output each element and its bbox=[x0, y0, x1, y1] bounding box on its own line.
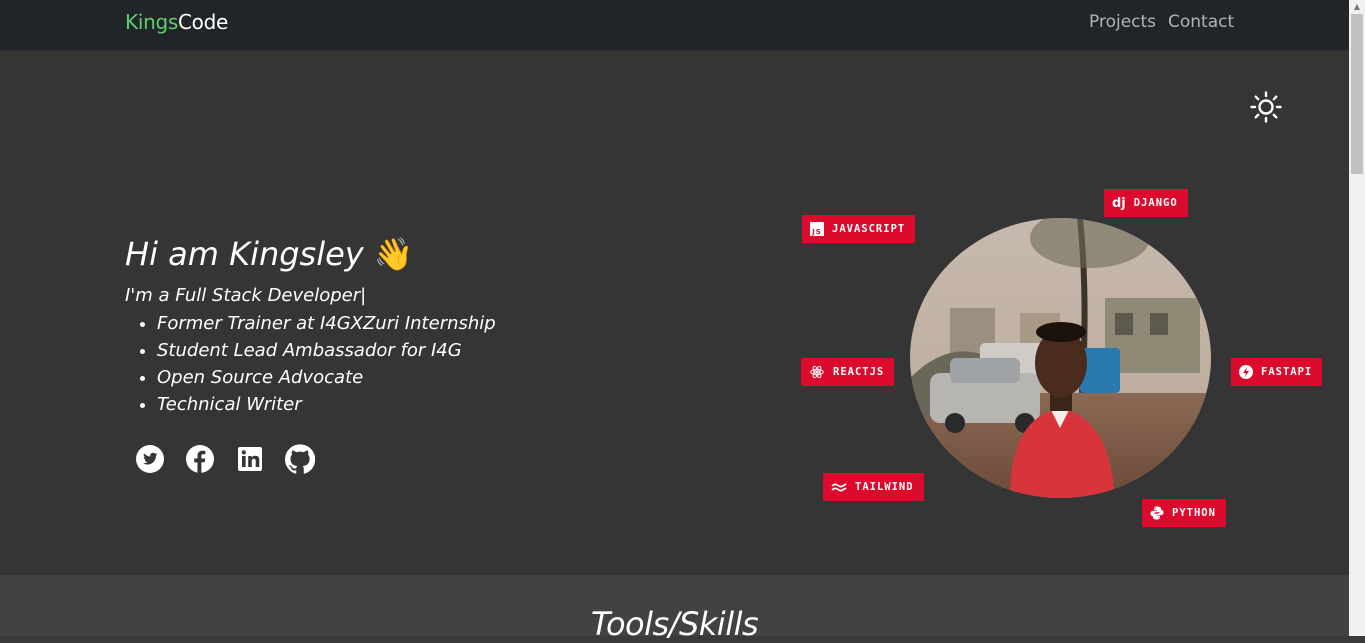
fact-item: Former Trainer at I4GXZuri Internship bbox=[157, 310, 496, 337]
twitter-link[interactable] bbox=[135, 444, 165, 474]
brand-logo[interactable]: KingsCode bbox=[125, 10, 228, 34]
hero-facts-list: Former Trainer at I4GXZuri Internship St… bbox=[125, 310, 496, 418]
github-icon bbox=[284, 444, 316, 474]
skill-badge-reactjs: REACTJS bbox=[801, 358, 895, 386]
theme-toggle-button[interactable] bbox=[1250, 91, 1282, 123]
tailwind-icon bbox=[831, 482, 847, 492]
profile-photo-image bbox=[910, 218, 1211, 498]
hero-role: I'm a Full Stack Developer| bbox=[125, 285, 366, 306]
tools-skills-section: Tools/Skills bbox=[0, 575, 1349, 643]
skill-label: REACTJS bbox=[833, 366, 885, 378]
sun-icon bbox=[1250, 91, 1282, 123]
role-text: I'm a Full Stack Developer bbox=[125, 285, 361, 306]
svg-text:JS: JS bbox=[811, 228, 822, 236]
skill-label: FASTAPI bbox=[1261, 366, 1313, 378]
waving-hand-emoji: 👋 bbox=[373, 235, 414, 273]
hero-greeting: Hi am Kingsley 👋 bbox=[125, 235, 414, 273]
skill-label: DJANGO bbox=[1133, 197, 1178, 209]
fastapi-icon bbox=[1239, 365, 1253, 379]
brand-code: Code bbox=[177, 10, 228, 34]
skill-label: TAILWIND bbox=[855, 481, 914, 493]
github-link[interactable] bbox=[284, 444, 316, 474]
typing-cursor: | bbox=[360, 285, 367, 306]
facebook-link[interactable] bbox=[185, 444, 215, 474]
linkedin-link[interactable] bbox=[235, 444, 265, 474]
tools-skills-title: Tools/Skills bbox=[590, 605, 759, 643]
fact-item: Student Lead Ambassador for I4G bbox=[157, 337, 496, 364]
javascript-icon: JS bbox=[810, 222, 824, 236]
skill-badge-javascript: JS JAVASCRIPT bbox=[802, 215, 916, 243]
linkedin-icon bbox=[238, 447, 262, 471]
nav-contact-link[interactable]: Contact bbox=[1168, 12, 1234, 32]
skill-badge-fastapi: FASTAPI bbox=[1231, 358, 1323, 386]
skill-badge-django: dj DJANGO bbox=[1104, 189, 1188, 217]
skill-badge-tailwind: TAILWIND bbox=[823, 473, 924, 501]
profile-photo bbox=[910, 218, 1211, 498]
fact-item: Technical Writer bbox=[157, 391, 496, 418]
skill-label: PYTHON bbox=[1172, 507, 1216, 519]
skill-badge-python: PYTHON bbox=[1142, 499, 1226, 527]
fact-item: Open Source Advocate bbox=[157, 364, 496, 391]
greeting-text: Hi am Kingsley bbox=[125, 235, 364, 273]
react-icon bbox=[809, 365, 825, 379]
scrollbar-thumb[interactable] bbox=[1351, 14, 1363, 174]
skill-label: JAVASCRIPT bbox=[832, 223, 906, 235]
twitter-icon bbox=[136, 445, 164, 473]
facebook-icon bbox=[186, 445, 214, 473]
scroll-up-arrow-icon[interactable]: ▲ bbox=[1349, 0, 1365, 14]
django-icon: dj bbox=[1112, 195, 1126, 211]
navbar: KingsCode Projects Contact bbox=[0, 0, 1349, 51]
python-icon bbox=[1150, 506, 1164, 520]
nav-projects-link[interactable]: Projects bbox=[1089, 12, 1156, 32]
hero-section: Hi am Kingsley 👋 I'm a Full Stack Develo… bbox=[0, 51, 1349, 575]
brand-kings: Kings bbox=[125, 10, 178, 34]
